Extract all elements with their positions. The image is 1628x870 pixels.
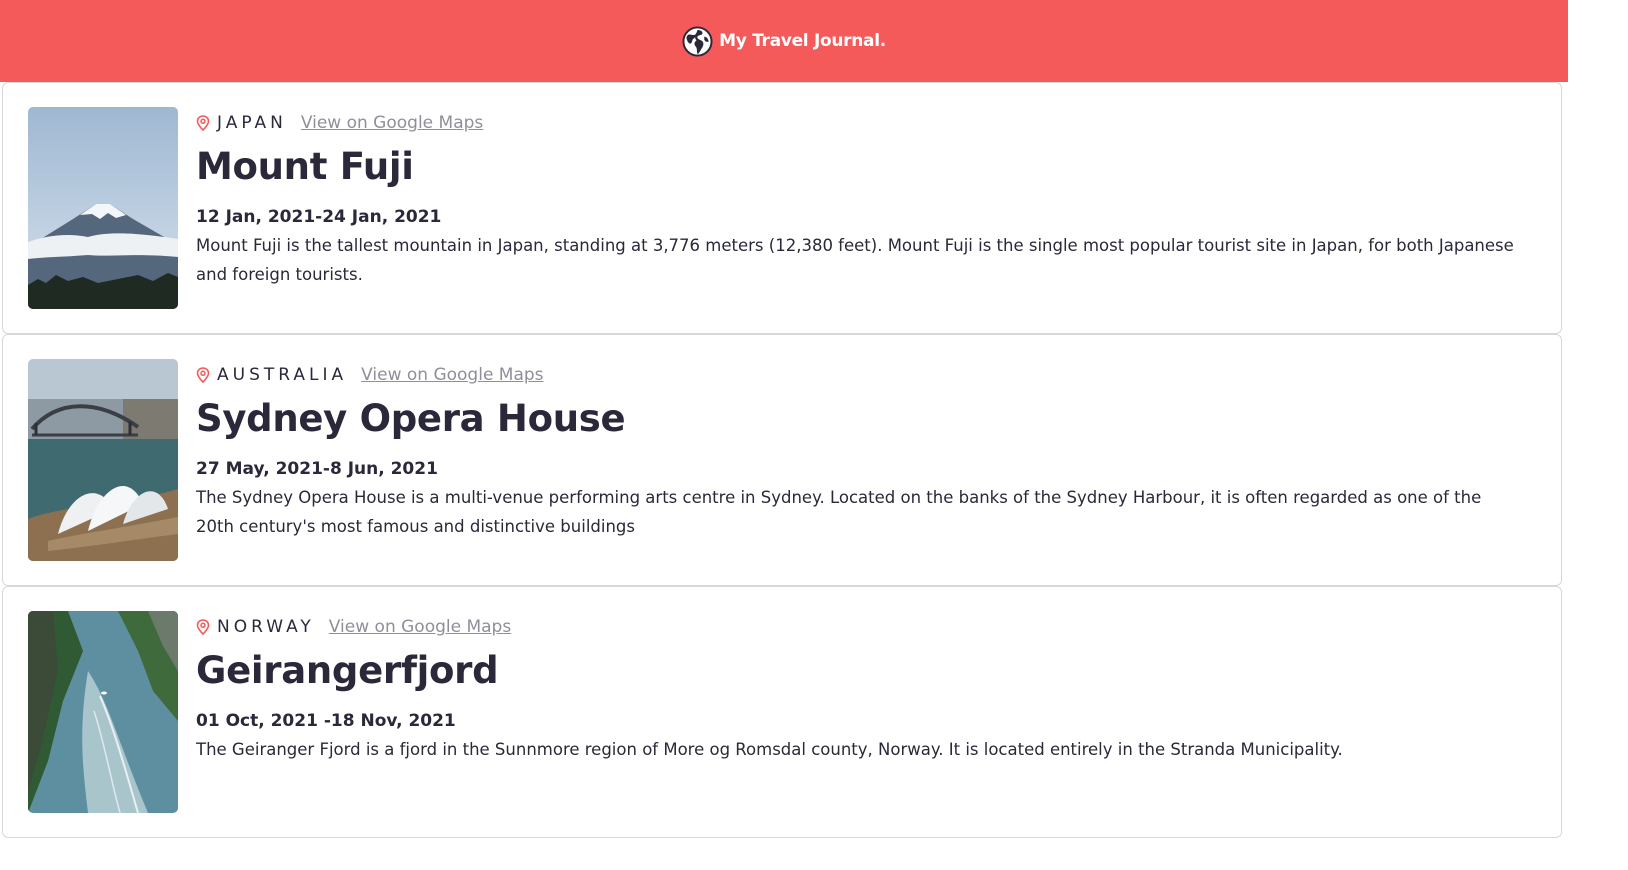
- entry-dates: 01 Oct, 2021 -18 Nov, 2021: [196, 711, 456, 731]
- app-header: My Travel Journal.: [0, 0, 1568, 82]
- location-row: JAPAN View on Google Maps: [196, 109, 1521, 137]
- location-row: AUSTRALIA View on Google Maps: [196, 361, 1521, 389]
- location-pin-icon: [196, 367, 210, 383]
- entry-title: Mount Fuji: [196, 145, 414, 188]
- brand: My Travel Journal.: [682, 25, 886, 57]
- app-title: My Travel Journal.: [719, 31, 886, 51]
- entry-dates: 12 Jan, 2021-24 Jan, 2021: [196, 207, 442, 227]
- location-row: NORWAY View on Google Maps: [196, 613, 1521, 641]
- google-maps-link[interactable]: View on Google Maps: [361, 365, 543, 385]
- entry-country: NORWAY: [217, 617, 315, 637]
- entry-title: Sydney Opera House: [196, 397, 626, 440]
- entry-image-sydney-opera-house: [28, 359, 178, 561]
- location-pin-icon: [196, 619, 210, 635]
- entry-description: Mount Fuji is the tallest mountain in Ja…: [196, 236, 1514, 284]
- entry-image-geirangerfjord: [28, 611, 178, 813]
- entry-info: AUSTRALIA View on Google Maps Sydney Ope…: [196, 361, 1521, 541]
- entry-info: NORWAY View on Google Maps Geirangerfjor…: [196, 613, 1521, 764]
- entry-dates: 27 May, 2021-8 Jun, 2021: [196, 459, 438, 479]
- entries-list: JAPAN View on Google Maps Mount Fuji 12 …: [2, 82, 1562, 838]
- entry-description: The Geiranger Fjord is a fjord in the Su…: [196, 740, 1343, 759]
- entry-description: The Sydney Opera House is a multi-venue …: [196, 488, 1482, 536]
- globe-icon: [682, 25, 713, 57]
- entry-country: JAPAN: [217, 113, 287, 133]
- entry-image-mount-fuji: [28, 107, 178, 309]
- entry-info: JAPAN View on Google Maps Mount Fuji 12 …: [196, 109, 1521, 289]
- entry-title: Geirangerfjord: [196, 649, 499, 692]
- journal-entry-sydney-opera-house: AUSTRALIA View on Google Maps Sydney Ope…: [2, 334, 1562, 586]
- google-maps-link[interactable]: View on Google Maps: [301, 113, 483, 133]
- journal-entry-geirangerfjord: NORWAY View on Google Maps Geirangerfjor…: [2, 586, 1562, 838]
- location-pin-icon: [196, 115, 210, 131]
- entry-country: AUSTRALIA: [217, 365, 348, 385]
- google-maps-link[interactable]: View on Google Maps: [329, 617, 511, 637]
- journal-entry-mount-fuji: JAPAN View on Google Maps Mount Fuji 12 …: [2, 82, 1562, 334]
- scrollbar-track[interactable]: [1568, 0, 1628, 870]
